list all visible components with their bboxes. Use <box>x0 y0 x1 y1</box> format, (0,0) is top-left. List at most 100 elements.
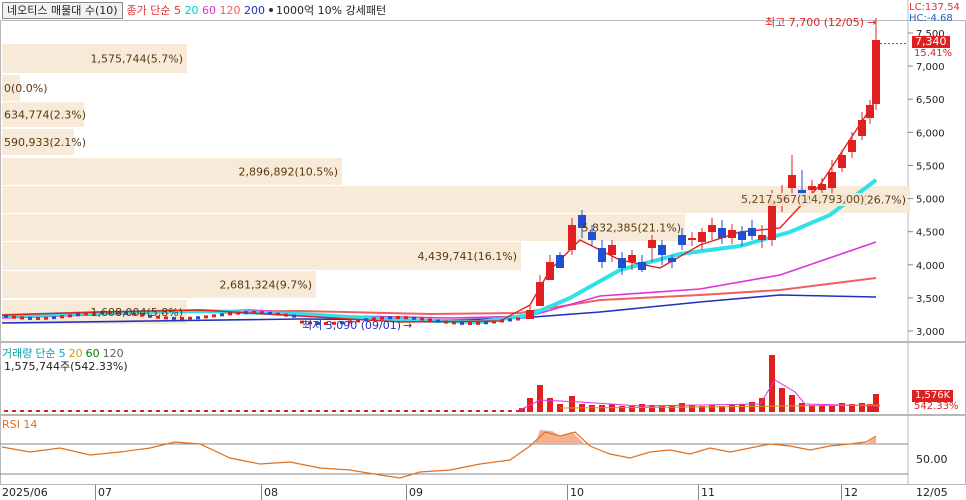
volume-bar <box>729 405 735 412</box>
candle-body <box>608 245 616 255</box>
date-label-start: 2025/06 <box>2 486 48 499</box>
candle-body <box>546 262 554 280</box>
candle-body <box>516 317 520 321</box>
volume-bar <box>28 410 32 412</box>
volume-bar <box>669 405 675 412</box>
volume-bar <box>204 410 208 412</box>
volume-bar <box>4 410 8 412</box>
volume-bar <box>68 410 72 412</box>
volume-bar <box>164 410 168 412</box>
date-axis[interactable]: 2025/06 07 08 09 10 11 12 12/05 <box>0 484 966 500</box>
volume-profile-label: 5,832,385(21.1%) <box>581 222 681 235</box>
volume-bar <box>260 410 264 412</box>
candle-body <box>468 321 472 325</box>
candle-body <box>872 40 880 104</box>
volume-bar <box>452 410 456 412</box>
candle-body <box>428 318 432 322</box>
volume-bar <box>300 410 304 412</box>
candle-body <box>728 230 736 238</box>
volume-bar <box>124 410 128 412</box>
candle-body <box>484 321 488 325</box>
volume-bar <box>20 410 24 412</box>
volume-bar <box>428 410 432 412</box>
volume-bar <box>404 410 408 412</box>
candle-body <box>228 312 232 316</box>
chart-canvas[interactable]: 7,5007,0006,5006,0005,5005,0004,5004,000… <box>0 0 966 499</box>
volume-bar <box>36 410 40 412</box>
volume-bar <box>436 410 440 412</box>
candle-body <box>668 258 676 262</box>
date-label-nov: 11 <box>701 486 715 499</box>
volume-bar <box>156 410 160 412</box>
volume-bar <box>252 410 256 412</box>
volume-bar <box>52 410 56 412</box>
candle-body <box>526 310 534 319</box>
candle-body <box>788 175 796 188</box>
volume-bar <box>180 410 184 412</box>
candle-body <box>292 314 296 318</box>
candle-body <box>748 228 756 236</box>
volume-bar <box>372 410 376 412</box>
volume-bar <box>476 410 480 412</box>
volume-bar <box>84 410 88 412</box>
volume-bar <box>629 406 635 412</box>
candle-body <box>738 232 746 240</box>
candle-body <box>818 184 826 190</box>
high-annotation: 최고 7,700 (12/05) → <box>765 15 877 30</box>
candle-body <box>76 313 80 317</box>
volume-bar <box>388 410 392 412</box>
candle-body <box>276 312 280 316</box>
candle-body <box>768 200 776 240</box>
candle-body <box>678 235 686 245</box>
candle-body <box>196 316 200 320</box>
volume-bar <box>709 405 715 412</box>
volume-bar <box>569 396 575 412</box>
volume-bar <box>859 403 865 412</box>
volume-bar <box>244 410 248 412</box>
volume-bar <box>76 410 80 412</box>
candle-body <box>848 140 856 152</box>
volume-bar <box>196 410 200 412</box>
volume-bar <box>60 410 64 412</box>
volume-bar <box>589 405 595 412</box>
hc-value: HC:-4.68 <box>909 13 953 24</box>
volume-bar <box>689 405 695 412</box>
candle-body <box>808 186 816 190</box>
volume-profile-label: 590,933(2.1%) <box>4 136 86 149</box>
volume-bar <box>284 410 288 412</box>
volume-bars <box>4 355 881 412</box>
candle-body <box>452 321 456 325</box>
volume-bar <box>268 410 272 412</box>
volume-bar <box>468 410 472 412</box>
candle-body <box>68 314 72 318</box>
price-tick-label: 6,500 <box>916 95 945 106</box>
candle-body <box>188 316 192 320</box>
volume-bar <box>332 410 336 412</box>
candle-body <box>866 105 874 118</box>
candle-body <box>708 225 716 232</box>
volume-bar <box>116 410 120 412</box>
candle-body <box>436 319 440 323</box>
volume-profile-label: 1,575,744(5.7%) <box>90 53 183 66</box>
volume-bar <box>188 410 192 412</box>
volume-bar <box>412 410 416 412</box>
candle-body <box>236 311 240 315</box>
volume-bar <box>484 410 488 412</box>
volume-profile-label: 2,681,324(9.7%) <box>219 279 312 292</box>
candle-body <box>476 321 480 325</box>
candle-body <box>268 311 272 315</box>
volume-bar <box>537 385 543 412</box>
volume-bar <box>779 388 785 412</box>
candle-body <box>568 225 576 250</box>
volume-bar <box>276 410 280 412</box>
candle-body <box>618 258 626 268</box>
price-tick-label: 4,000 <box>916 261 945 272</box>
candle-body <box>688 238 696 240</box>
candle-body <box>4 314 8 318</box>
rsi-legend[interactable]: RSI 14 <box>2 418 37 431</box>
volume-bar <box>619 406 625 412</box>
candle-body <box>260 311 264 315</box>
candle-body <box>44 316 48 320</box>
date-label-sep: 09 <box>409 486 423 499</box>
volume-bar <box>460 410 464 412</box>
